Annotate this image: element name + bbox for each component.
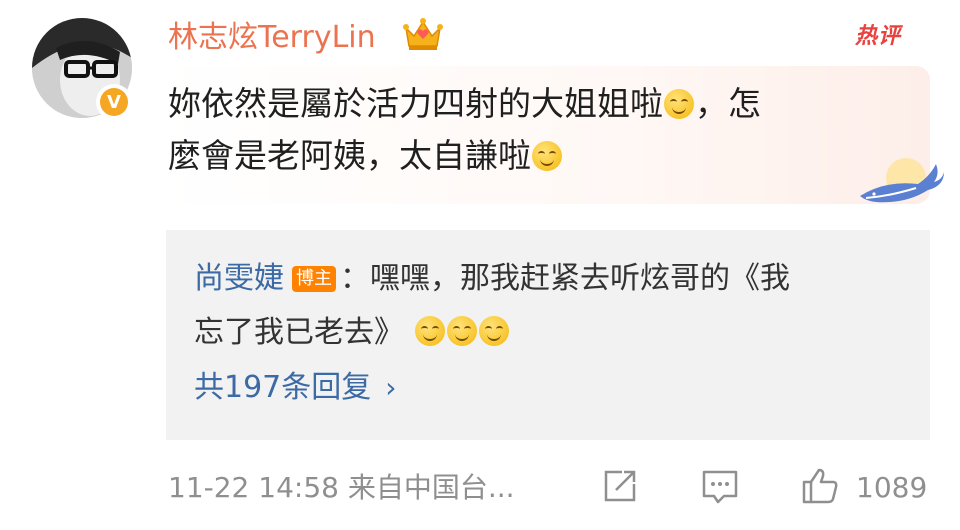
smile-emoji-icon	[664, 89, 694, 119]
like-icon[interactable]	[800, 466, 840, 506]
comment-text: 妳依然是屬於活力四射的大姐姐啦 ，怎 麼會是老阿姨，太自謙啦	[168, 78, 888, 182]
whale-decoration-icon	[860, 158, 944, 203]
comment-text-line2: 麼會是老阿姨，太自謙啦	[168, 136, 531, 175]
crown-icon	[403, 18, 443, 50]
comment-username[interactable]: 林志炫TerryLin	[168, 18, 376, 58]
reply-text: 尚雯婕 博主 ：嘿嘿，那我赶紧去听炫哥的《我 忘了我已老去》	[194, 252, 894, 360]
smile-emoji-icon	[478, 316, 509, 346]
comment-text-line1: 妳依然是屬於活力四射的大姐姐啦	[168, 84, 663, 123]
smile-emoji-icon	[446, 316, 477, 346]
reply-author[interactable]: 尚雯婕	[194, 261, 284, 296]
smile-emoji-icon	[532, 141, 562, 171]
smile-emoji-icon	[414, 316, 445, 346]
comment-time-source: 11-22 14:58 来自中国台...	[168, 471, 515, 504]
reply-text-line2: 忘了我已老去》	[194, 315, 404, 350]
hot-comment-badge: 热评	[855, 24, 902, 49]
more-replies-link[interactable]: 共197条回复 ›	[194, 368, 396, 408]
verified-badge-icon: V	[96, 84, 132, 120]
blogger-badge: 博主	[292, 266, 336, 292]
like-count: 1089	[856, 471, 928, 504]
comment-icon[interactable]	[700, 466, 740, 506]
chevron-right-icon: ›	[385, 371, 397, 404]
share-icon[interactable]	[600, 466, 640, 506]
comment-text-line1-end: ，怎	[695, 84, 761, 123]
more-replies-label: 共197条回复	[194, 370, 372, 405]
reply-text-line1: ：嘿嘿，那我赶紧去听炫哥的《我	[340, 261, 790, 296]
